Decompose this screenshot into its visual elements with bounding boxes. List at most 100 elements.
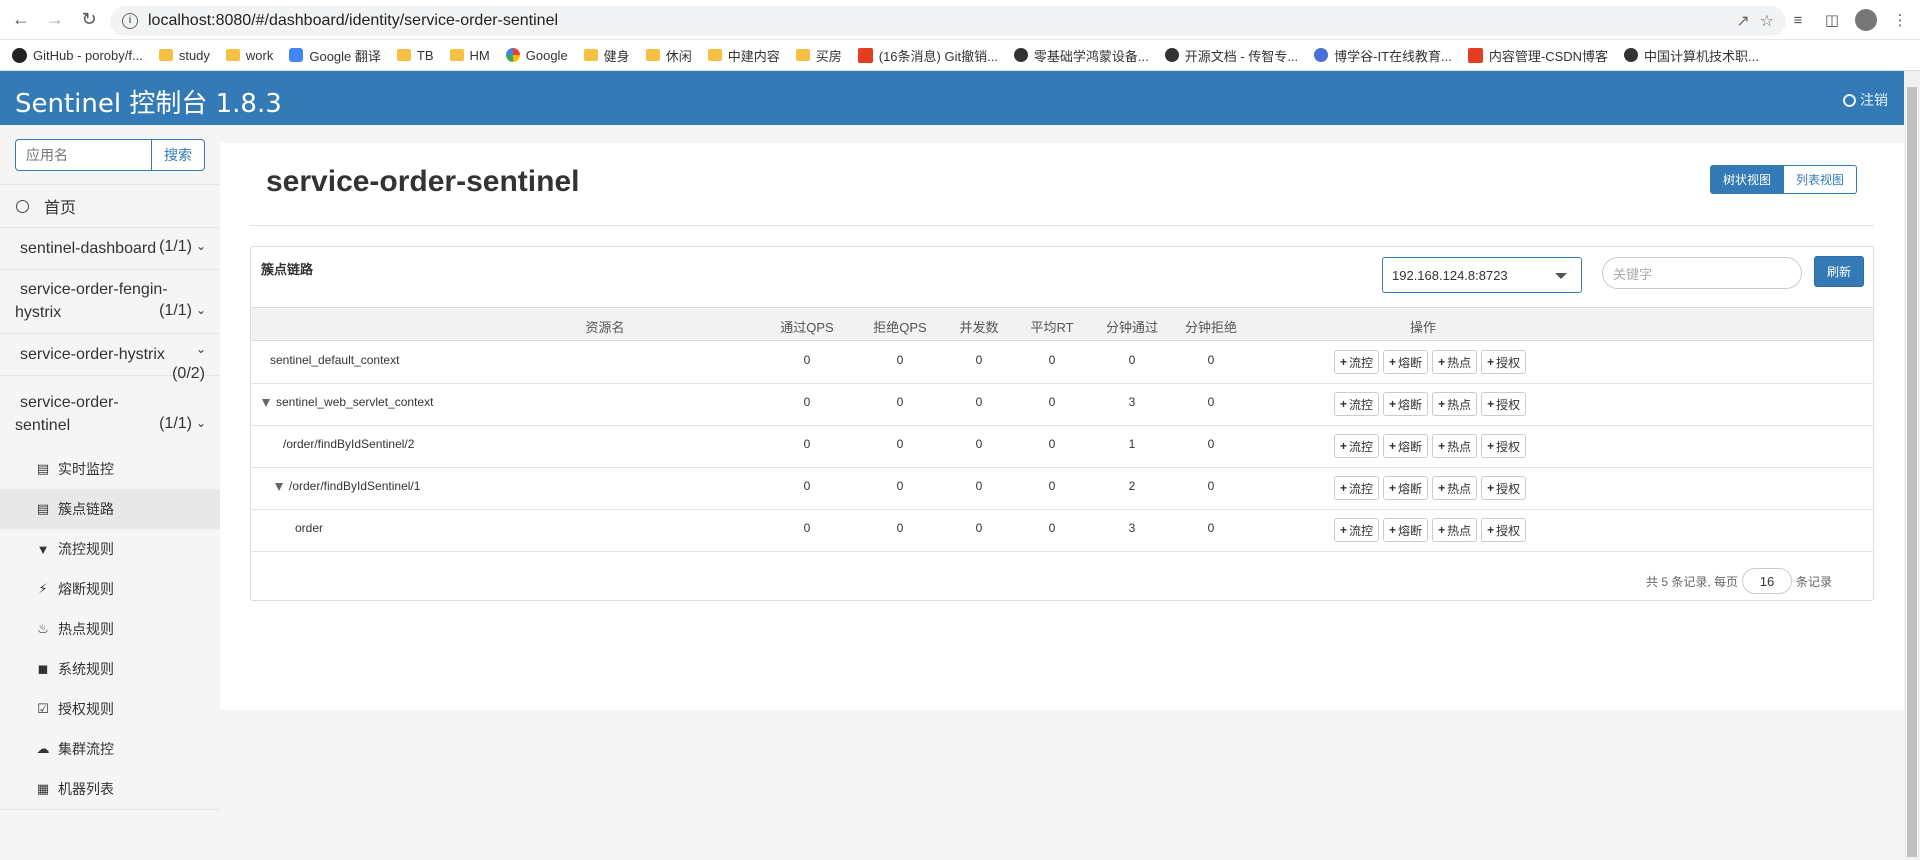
app-name-line1: service-order-fengin- bbox=[20, 281, 168, 298]
scroll-thumb[interactable] bbox=[1907, 87, 1917, 857]
profile-icon[interactable] bbox=[1854, 8, 1878, 32]
share-icon[interactable]: ↗ bbox=[1736, 11, 1749, 31]
sidebar-item-home[interactable]: 首页 bbox=[0, 184, 220, 228]
bookmark-item[interactable]: Google bbox=[505, 48, 568, 63]
machine-select[interactable]: 192.168.124.8:8723 bbox=[1382, 257, 1582, 293]
page-scrollbar[interactable] bbox=[1904, 71, 1920, 860]
sidebar-item-machine-list[interactable]: ▦ 机器列表 bbox=[0, 769, 220, 809]
app-search-input[interactable] bbox=[15, 139, 151, 171]
flow-rule-button[interactable]: + 流控 bbox=[1334, 476, 1380, 500]
app-item-sentinel-dashboard[interactable]: sentinel-dashboard (1/1) ⌄ bbox=[0, 228, 220, 270]
metric-cell: 0 bbox=[1048, 437, 1056, 451]
bookmark-item[interactable]: 零基础学鸿蒙设备... bbox=[1013, 46, 1149, 65]
table-row: /order/findByIdSentinel/1 0 0 0 0 2 0 + 流控 + 熔断 + 热点… bbox=[251, 468, 1873, 510]
expand-triangle-icon[interactable] bbox=[275, 482, 283, 491]
bookmark-item[interactable]: study bbox=[158, 48, 210, 63]
degrade-rule-button[interactable]: + 熔断 bbox=[1383, 350, 1429, 374]
bookmark-item[interactable]: HM bbox=[449, 47, 490, 63]
bookmark-item[interactable]: work bbox=[225, 48, 273, 63]
bookmark-item[interactable]: 健身 bbox=[583, 46, 630, 65]
reading-list-icon[interactable]: ≡ bbox=[1786, 8, 1810, 32]
degrade-rule-button[interactable]: + 熔断 bbox=[1383, 476, 1429, 500]
sidebar-item-cluster-link[interactable]: ▤ 簇点链路 bbox=[0, 489, 220, 529]
flow-rule-button[interactable]: + 流控 bbox=[1334, 434, 1380, 458]
app-item-service-order-hystrix[interactable]: service-order-hystrix (0/2) ⌄ bbox=[0, 334, 220, 382]
sidebar-item-system-rules[interactable]: ◼ 系统规则 bbox=[0, 649, 220, 689]
bookmark-label: 内容管理-CSDN博客 bbox=[1488, 48, 1609, 64]
app-name-line2: sentinel bbox=[15, 417, 71, 434]
resource-name[interactable]: sentinel_web_servlet_context bbox=[262, 395, 433, 409]
action-label: 熔断 bbox=[1398, 439, 1423, 454]
star-icon[interactable]: ☆ bbox=[1760, 11, 1774, 31]
bookmark-item[interactable]: GitHub - poroby/f... bbox=[12, 47, 143, 63]
column-header: 分钟通过 bbox=[1105, 320, 1159, 335]
bookmark-item[interactable]: 休闲 bbox=[645, 46, 692, 65]
hotspot-rule-button[interactable]: + 热点 bbox=[1432, 434, 1478, 458]
bookmark-item[interactable]: 买房 bbox=[795, 46, 842, 65]
folder-icon bbox=[449, 49, 464, 61]
bookmark-item[interactable]: Google 翻译 bbox=[289, 46, 381, 65]
bookmark-label: HM bbox=[469, 47, 490, 63]
bookmark-item[interactable]: 中国计算机技术职... bbox=[1624, 46, 1759, 65]
expand-triangle-icon[interactable] bbox=[262, 398, 270, 407]
degrade-rule-button[interactable]: + 熔断 bbox=[1383, 434, 1429, 458]
degrade-rule-button[interactable]: + 熔断 bbox=[1383, 392, 1429, 416]
resource-name[interactable]: /order/findByIdSentinel/1 bbox=[275, 479, 420, 493]
flow-rule-button[interactable]: + 流控 bbox=[1334, 392, 1380, 416]
hotspot-rule-button[interactable]: + 热点 bbox=[1432, 392, 1478, 416]
hotspot-rule-button[interactable]: + 热点 bbox=[1432, 350, 1478, 374]
app-name: sentinel-dashboard bbox=[20, 240, 157, 257]
page-size-input[interactable]: 16 bbox=[1742, 568, 1793, 594]
plus-icon: + bbox=[1487, 523, 1495, 537]
folder-icon bbox=[158, 49, 173, 61]
sidebar-item-authority-rules[interactable]: ☑ 授权规则 bbox=[0, 689, 220, 729]
forward-arrow-icon[interactable]: → bbox=[42, 7, 68, 33]
resource-label: order bbox=[295, 521, 324, 535]
hotspot-rule-button[interactable]: + 热点 bbox=[1432, 518, 1478, 542]
menu-dots-icon[interactable]: ⋮ bbox=[1888, 8, 1912, 32]
menu-label: 流控规则 bbox=[58, 541, 114, 557]
app-item-service-order-fengin-hystrix[interactable]: service-order-fengin- hystrix (1/1) ⌄ bbox=[0, 270, 220, 334]
bookmark-label: Google 翻译 bbox=[309, 48, 381, 64]
back-arrow-icon[interactable]: ← bbox=[8, 7, 34, 33]
menu-label: 系统规则 bbox=[58, 661, 114, 677]
action-label: 流控 bbox=[1349, 397, 1374, 412]
keyword-input[interactable]: 关键字 bbox=[1602, 257, 1802, 289]
plus-icon: + bbox=[1487, 397, 1495, 411]
list-view-button[interactable]: 列表视图 bbox=[1784, 165, 1858, 194]
site-info-icon[interactable]: i bbox=[122, 13, 138, 29]
degrade-rule-button[interactable]: + 熔断 bbox=[1383, 518, 1429, 542]
authority-rule-button[interactable]: + 授权 bbox=[1481, 476, 1527, 500]
authority-rule-button[interactable]: + 授权 bbox=[1481, 434, 1527, 458]
bookmark-item[interactable]: 博学谷-IT在线教育... bbox=[1314, 46, 1452, 65]
metric-cell: 0 bbox=[896, 479, 904, 493]
logout-button[interactable]: 注销 bbox=[1843, 90, 1888, 110]
reload-icon[interactable]: ↻ bbox=[76, 7, 102, 33]
bookmark-item[interactable]: 内容管理-CSDN博客 bbox=[1467, 46, 1609, 65]
metric-cell: 0 bbox=[803, 521, 811, 535]
app-item-service-order-sentinel[interactable]: service-order- sentinel (1/1) ⌄ bbox=[0, 376, 220, 442]
bookmark-item[interactable]: 中建内容 bbox=[707, 46, 780, 65]
sidebar-item-flow-rules[interactable]: ▼ 流控规则 bbox=[0, 529, 220, 569]
search-button[interactable]: 搜索 bbox=[151, 139, 205, 171]
hotspot-rule-button[interactable]: + 热点 bbox=[1432, 476, 1478, 500]
address-bar[interactable]: i localhost:8080/#/dashboard/identity/se… bbox=[110, 6, 1786, 36]
side-panel-icon[interactable]: ◫ bbox=[1820, 8, 1844, 32]
bookmark-item[interactable]: (16条消息) Git撤销... bbox=[857, 46, 998, 65]
app-header: Sentinel 控制台 1.8.3 注销 bbox=[0, 71, 1904, 125]
sidebar-item-degrade-rules[interactable]: ⚡ 熔断规则 bbox=[0, 569, 220, 609]
refresh-button[interactable]: 刷新 bbox=[1814, 256, 1864, 287]
authority-rule-button[interactable]: + 授权 bbox=[1481, 518, 1527, 542]
bookmark-item[interactable]: TB bbox=[396, 48, 434, 63]
sidebar-item-cluster-flow[interactable]: ☁ 集群流控 bbox=[0, 729, 220, 769]
flow-rule-button[interactable]: + 流控 bbox=[1334, 518, 1380, 542]
google-translate-icon bbox=[289, 48, 304, 62]
sidebar-item-hotspot-rules[interactable]: ♨ 热点规则 bbox=[0, 609, 220, 649]
authority-rule-button[interactable]: + 授权 bbox=[1481, 350, 1527, 374]
flow-rule-button[interactable]: + 流控 bbox=[1334, 350, 1380, 374]
tree-view-button[interactable]: 树状视图 bbox=[1710, 165, 1785, 194]
bookmark-item[interactable]: 开源文档 - 传智专... bbox=[1164, 46, 1298, 65]
sidebar-item-realtime-monitor[interactable]: ▤ 实时监控 bbox=[0, 449, 220, 489]
csdn-icon bbox=[857, 47, 873, 63]
authority-rule-button[interactable]: + 授权 bbox=[1481, 392, 1527, 416]
